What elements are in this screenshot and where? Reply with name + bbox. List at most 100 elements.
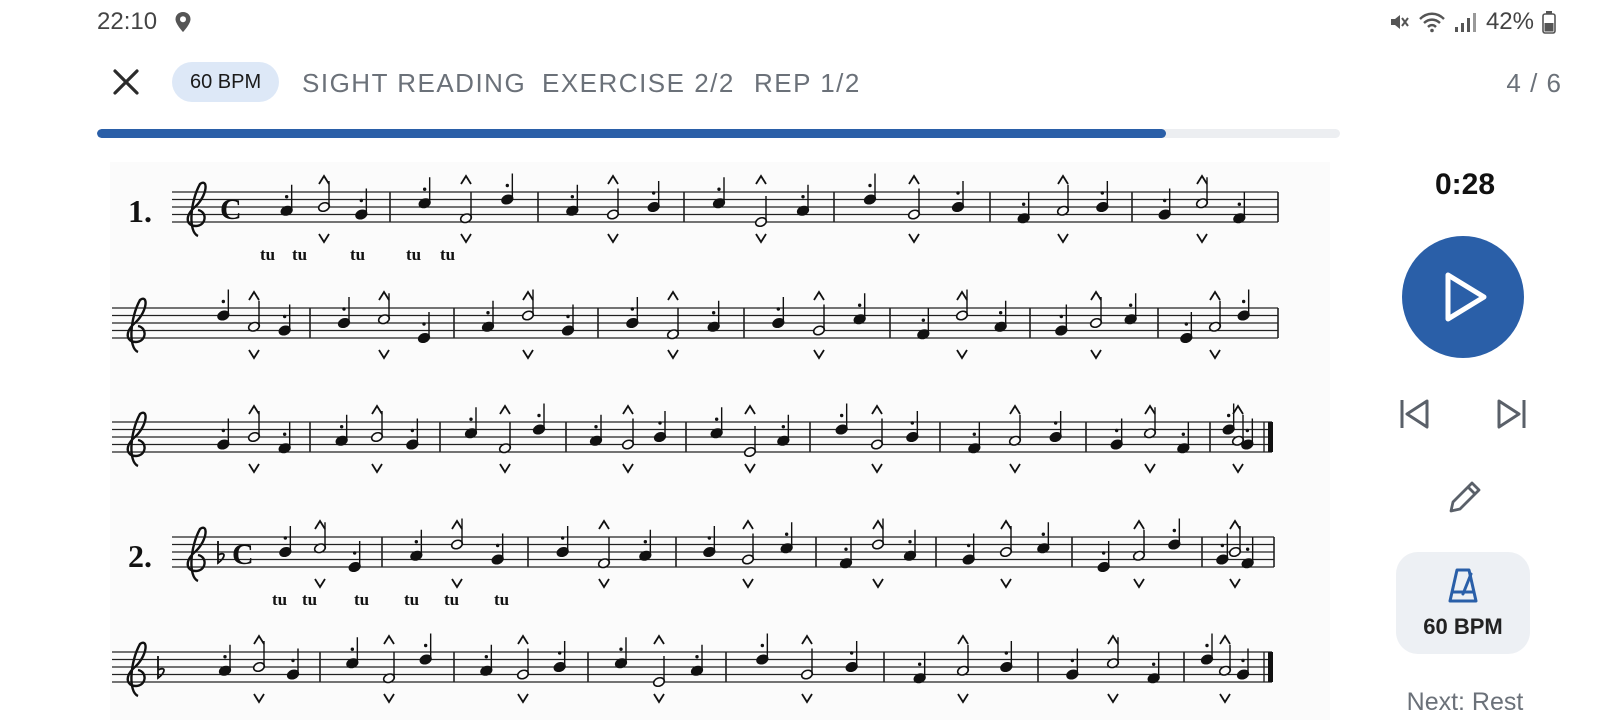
accent-mark bbox=[1057, 233, 1069, 244]
staccato-dot bbox=[537, 413, 541, 418]
pencil-icon[interactable] bbox=[1442, 476, 1486, 520]
treble-clef bbox=[186, 526, 207, 583]
signal-icon bbox=[1454, 13, 1476, 32]
accent-mark bbox=[1219, 634, 1231, 645]
staccato-dot bbox=[857, 303, 862, 307]
staccato-dot bbox=[339, 425, 344, 429]
accent-mark bbox=[378, 290, 390, 301]
syllable-label: tu bbox=[440, 245, 455, 264]
accent-mark bbox=[872, 578, 884, 589]
staccato-dot bbox=[1101, 551, 1106, 555]
metronome-bpm: 60 BPM bbox=[1423, 614, 1503, 639]
staccato-dot bbox=[714, 417, 719, 421]
treble-clef bbox=[126, 641, 147, 698]
staccato-dot bbox=[711, 311, 716, 315]
status-icons: 42% bbox=[1388, 8, 1556, 36]
bpm-chip[interactable]: 60 BPM bbox=[172, 62, 280, 102]
staccato-dot bbox=[342, 307, 346, 311]
skip-previous-icon[interactable] bbox=[1394, 394, 1434, 434]
staccato-dot bbox=[352, 551, 357, 555]
accent-mark bbox=[1009, 463, 1021, 474]
accent-mark bbox=[908, 174, 920, 185]
syllable-label: tu bbox=[292, 245, 307, 264]
accent-mark bbox=[622, 404, 634, 415]
accent-mark bbox=[1196, 174, 1208, 185]
staccato-dot bbox=[291, 658, 295, 663]
staccato-dot bbox=[1162, 198, 1167, 203]
accent-mark bbox=[371, 404, 383, 415]
location-icon bbox=[175, 12, 191, 32]
syllable-label: tu bbox=[494, 590, 509, 609]
progress-fill bbox=[97, 129, 1166, 138]
accent-mark bbox=[1009, 404, 1021, 415]
accent-mark bbox=[755, 233, 767, 244]
staccato-dot bbox=[495, 543, 500, 548]
staccato-dot bbox=[505, 183, 510, 188]
staccato-dot bbox=[972, 432, 977, 436]
score-image: C1.C2.tu tu tu tu tutu tu tu tu tu tu bbox=[112, 173, 1279, 704]
staccato-dot bbox=[717, 187, 721, 191]
close-icon[interactable] bbox=[106, 62, 146, 102]
accent-mark bbox=[248, 404, 260, 415]
accent-mark bbox=[371, 463, 383, 474]
progress-bar bbox=[97, 129, 1340, 138]
staccato-dot bbox=[760, 643, 765, 648]
staccato-dot bbox=[1184, 322, 1189, 326]
staccato-dot bbox=[1181, 432, 1186, 436]
staccato-dot bbox=[560, 536, 565, 540]
staccato-dot bbox=[221, 428, 226, 433]
accent-mark bbox=[1090, 349, 1102, 360]
staccato-dot bbox=[1100, 191, 1105, 195]
timer: 0:28 bbox=[1434, 168, 1496, 201]
accent-mark bbox=[742, 519, 754, 530]
accent-mark bbox=[1057, 174, 1069, 185]
syllable-label: tu bbox=[260, 245, 275, 264]
staccato-dot bbox=[282, 432, 287, 436]
accent-mark bbox=[1090, 290, 1102, 301]
battery-icon bbox=[1542, 11, 1556, 34]
exercise-header: 60 BPM SIGHT READING EXERCISE 2/2 REP 1/… bbox=[0, 56, 1600, 108]
staccato-dot bbox=[839, 413, 844, 418]
accent-mark bbox=[653, 634, 665, 645]
metronome-button[interactable]: 60 BPM bbox=[1396, 552, 1530, 654]
accent-mark bbox=[607, 174, 619, 185]
staccato-dot bbox=[658, 421, 662, 425]
accent-mark bbox=[1133, 519, 1145, 530]
accent-mark bbox=[598, 578, 610, 589]
staccato-dot bbox=[283, 536, 288, 540]
syllable-label: tu bbox=[350, 245, 365, 264]
staccato-dot bbox=[1041, 532, 1046, 536]
staccato-dot bbox=[350, 647, 355, 651]
accent-mark bbox=[667, 349, 679, 360]
wifi-icon bbox=[1419, 12, 1445, 33]
staccato-dot bbox=[221, 299, 226, 304]
staccato-dot bbox=[1172, 528, 1177, 533]
staccato-dot bbox=[566, 314, 570, 319]
syllable-label: tu bbox=[354, 590, 369, 609]
accent-mark bbox=[314, 578, 326, 589]
accent-mark bbox=[744, 404, 756, 415]
syllable-label: tu bbox=[404, 590, 419, 609]
staccato-dot bbox=[223, 655, 227, 659]
play-icon bbox=[1445, 272, 1487, 322]
staccato-dot bbox=[359, 198, 364, 203]
syllable-label: tu bbox=[302, 590, 317, 609]
accent-mark bbox=[801, 693, 813, 704]
staccato-dot bbox=[1245, 428, 1250, 433]
accent-mark bbox=[1219, 693, 1231, 704]
play-button[interactable] bbox=[1402, 236, 1524, 358]
treble-clef bbox=[186, 181, 207, 238]
staccato-dot bbox=[844, 547, 848, 551]
staccato-dot bbox=[707, 536, 712, 540]
accent-mark bbox=[871, 404, 883, 415]
accent-mark bbox=[956, 290, 968, 301]
accent-mark bbox=[383, 634, 395, 645]
accent-mark bbox=[248, 290, 260, 301]
staccato-dot bbox=[868, 183, 872, 188]
accent-mark bbox=[1000, 578, 1012, 589]
skip-next-icon[interactable] bbox=[1492, 394, 1532, 434]
syllable-label: tu bbox=[272, 590, 287, 609]
accent-mark bbox=[318, 233, 330, 244]
accent-mark bbox=[1000, 519, 1012, 530]
accent-mark bbox=[1229, 578, 1241, 589]
